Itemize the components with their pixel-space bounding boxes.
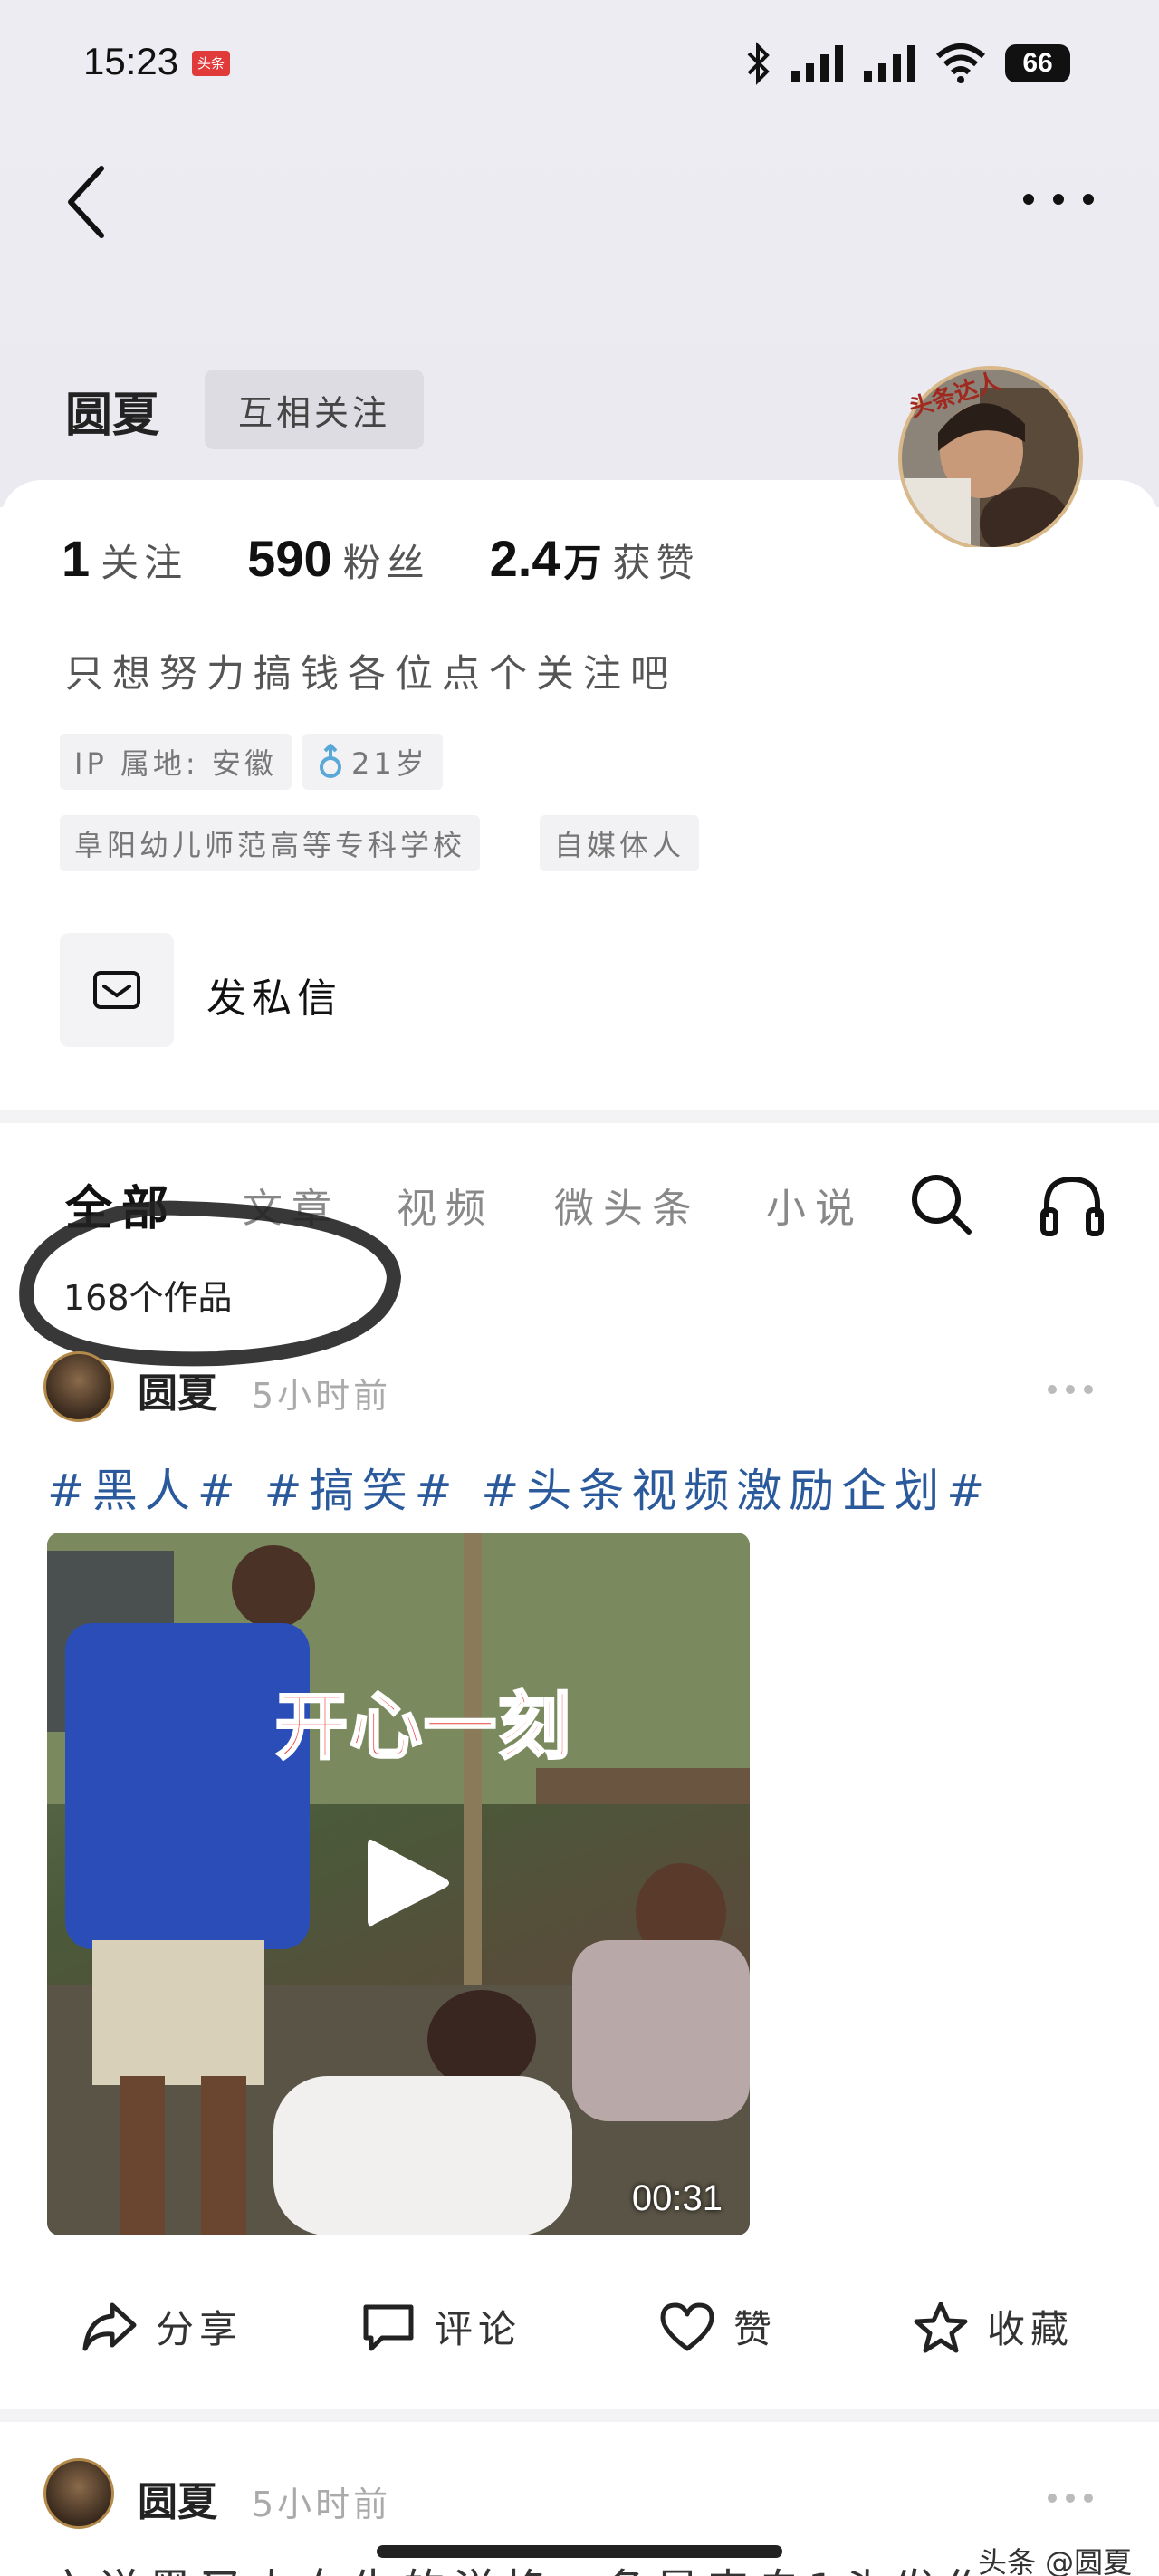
profile-stats: 1 关注 590 粉丝 2.4 万 获赞 bbox=[62, 529, 760, 588]
play-icon[interactable] bbox=[362, 1833, 453, 1933]
signal-icon-2 bbox=[864, 45, 915, 82]
age-tag: 21岁 bbox=[302, 734, 443, 790]
post-author-avatar[interactable] bbox=[43, 1351, 114, 1422]
message-button[interactable] bbox=[60, 933, 174, 1047]
post-more-icon[interactable] bbox=[1045, 1380, 1096, 1399]
comment-button[interactable]: 评论 bbox=[360, 2299, 522, 2354]
status-icons: 66 bbox=[744, 36, 1070, 91]
favorite-label: 收藏 bbox=[987, 2307, 1075, 2351]
likes-unit: 万 bbox=[563, 542, 602, 584]
watermark: 头条 @圆夏 bbox=[978, 2545, 1133, 2576]
job-tag: 自媒体人 bbox=[540, 815, 700, 871]
post-time: 5小时前 bbox=[252, 2485, 392, 2524]
favorite-button[interactable]: 收藏 bbox=[913, 2299, 1074, 2354]
post-time: 5小时前 bbox=[252, 1376, 392, 1416]
post-author-name[interactable]: 圆夏 bbox=[138, 1360, 217, 1418]
school-tag: 阜阳幼儿师范高等专科学校 bbox=[60, 815, 481, 871]
post-author-avatar[interactable] bbox=[43, 2458, 114, 2529]
fans-count[interactable]: 590 bbox=[247, 529, 331, 588]
profile-name: 圆夏 bbox=[65, 388, 160, 443]
tab-micro[interactable]: 微头条 bbox=[554, 1176, 701, 1234]
message-label[interactable]: 发私信 bbox=[206, 966, 342, 1024]
works-count: 168个作品 bbox=[63, 1278, 233, 1318]
video-duration: 00:31 bbox=[631, 2178, 723, 2218]
profile-bio: 只想努力搞钱各位点个关注吧 bbox=[65, 651, 678, 696]
heart-icon bbox=[660, 2302, 714, 2350]
headphones-icon[interactable] bbox=[1039, 1172, 1105, 1237]
divider bbox=[0, 2409, 1159, 2422]
age-label: 21岁 bbox=[351, 746, 428, 781]
fans-label[interactable]: 粉丝 bbox=[343, 533, 430, 588]
home-indicator[interactable] bbox=[377, 2545, 782, 2558]
video-caption: 开心一刻 bbox=[274, 1684, 572, 1771]
signal-icon bbox=[791, 45, 843, 82]
battery-icon: 66 bbox=[1005, 44, 1070, 82]
app-badge: 头条 bbox=[192, 51, 230, 76]
comment-icon bbox=[363, 2304, 414, 2350]
wifi-icon bbox=[936, 43, 985, 83]
search-icon[interactable] bbox=[909, 1172, 974, 1237]
back-icon[interactable] bbox=[60, 161, 114, 243]
bluetooth-icon bbox=[747, 42, 770, 85]
following-label[interactable]: 关注 bbox=[101, 533, 187, 588]
post-actions: 分享 评论 赞 收藏 bbox=[0, 2299, 1159, 2371]
avatar[interactable]: 头条达人 bbox=[880, 351, 1101, 547]
share-icon bbox=[82, 2302, 137, 2350]
like-label: 赞 bbox=[733, 2307, 778, 2351]
ip-tag: IP 属地: 安徽 bbox=[60, 734, 292, 790]
like-button[interactable]: 赞 bbox=[659, 2299, 777, 2354]
likes-count[interactable]: 2.4 bbox=[490, 529, 560, 588]
mail-icon bbox=[93, 971, 140, 1009]
mutual-follow-button[interactable]: 互相关注 bbox=[205, 370, 424, 449]
following-count[interactable]: 1 bbox=[62, 529, 90, 588]
tab-videos[interactable]: 视频 bbox=[397, 1176, 494, 1234]
video-thumbnail[interactable]: 开心一刻 00:31 bbox=[47, 1533, 750, 2235]
share-label: 分享 bbox=[156, 2307, 244, 2351]
divider bbox=[0, 1110, 1159, 1123]
tab-novels[interactable]: 小说 bbox=[766, 1176, 864, 1234]
likes-label[interactable]: 获赞 bbox=[613, 533, 700, 588]
post-hashtags[interactable]: #黑人# #搞笑# #头条视频激励企划# bbox=[47, 1455, 991, 1520]
star-icon bbox=[914, 2302, 968, 2352]
post-more-icon[interactable] bbox=[1045, 2489, 1096, 2507]
more-icon[interactable] bbox=[1018, 181, 1099, 217]
share-button[interactable]: 分享 bbox=[81, 2299, 243, 2354]
male-icon bbox=[320, 744, 341, 778]
post-author-name[interactable]: 圆夏 bbox=[138, 2469, 217, 2527]
status-time: 15:23 bbox=[83, 40, 179, 82]
comment-label: 评论 bbox=[435, 2307, 522, 2351]
